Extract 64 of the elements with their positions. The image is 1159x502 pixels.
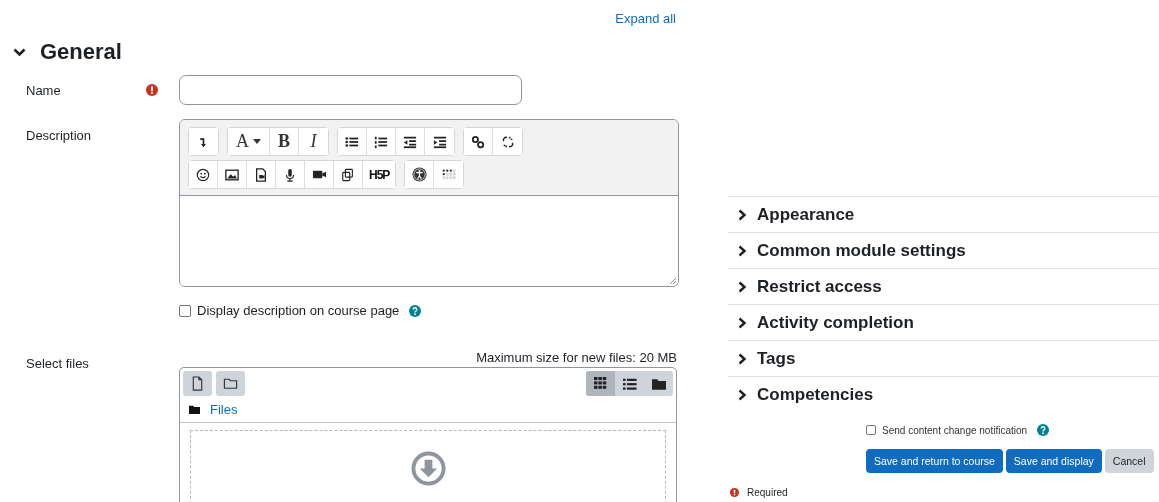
- checkbox-label: Display description on course page: [197, 303, 400, 318]
- smiley-icon: [196, 167, 210, 182]
- microphone-icon: [283, 167, 297, 182]
- max-size-note: Maximum size for new files: 20 MB: [475, 350, 677, 365]
- toolbar-button[interactable]: [405, 161, 435, 188]
- file-action-button[interactable]: [183, 371, 212, 396]
- copy-icon: [341, 167, 355, 182]
- save-button[interactable]: Save and display: [1005, 449, 1102, 473]
- cancel-button[interactable]: Cancel: [1104, 449, 1154, 473]
- section-heading[interactable]: Activity completion: [757, 312, 914, 333]
- outdent-icon: [403, 134, 417, 149]
- section-heading[interactable]: Competencies: [757, 384, 874, 405]
- folder-icon: [223, 376, 238, 391]
- chevron-right-icon[interactable]: [738, 388, 747, 401]
- indent-icon: [432, 134, 447, 149]
- chevron-down-icon[interactable]: [13, 47, 26, 57]
- chevron-right-icon[interactable]: [738, 208, 747, 221]
- list-icon: [622, 376, 637, 391]
- chevron-right-icon[interactable]: [738, 244, 747, 257]
- checkbox[interactable]: [179, 304, 191, 317]
- font-size-button[interactable]: A: [228, 128, 270, 155]
- chevron-right-icon[interactable]: [738, 352, 747, 365]
- help-icon[interactable]: [409, 304, 422, 317]
- field-label: Select files: [25, 355, 90, 373]
- file-action-button[interactable]: [216, 371, 245, 396]
- download-icon: [410, 451, 446, 486]
- folder-icon: [189, 404, 200, 415]
- section-heading[interactable]: Tags: [757, 348, 796, 369]
- accessibility-icon: [411, 167, 427, 182]
- resize-grip-icon[interactable]: [669, 277, 676, 284]
- media-file-icon: [254, 167, 268, 182]
- toolbar-button[interactable]: [189, 128, 218, 155]
- link-icon: [471, 134, 485, 149]
- section-heading[interactable]: Restrict access: [757, 276, 882, 297]
- file-icon: [190, 376, 205, 391]
- save-button[interactable]: Save and return to course: [866, 449, 1003, 473]
- required-icon: [146, 84, 158, 96]
- braille-dots-icon: [441, 167, 456, 182]
- toolbar-button[interactable]: [464, 128, 493, 155]
- checkbox-label: Send content change notification: [882, 424, 1028, 436]
- folder-icon: [651, 376, 666, 391]
- view-toggle[interactable]: [586, 371, 615, 396]
- bullet-list-icon: [345, 134, 359, 149]
- field-label: Description: [25, 127, 93, 145]
- required-icon: [730, 488, 739, 497]
- toolbar-button[interactable]: [338, 128, 367, 155]
- chevron-right-icon[interactable]: [738, 316, 747, 329]
- checkbox[interactable]: [866, 425, 876, 435]
- numbered-list-icon: [374, 134, 388, 149]
- section-heading[interactable]: Appearance: [757, 204, 855, 225]
- section-heading[interactable]: Common module settings: [757, 240, 966, 261]
- name-input[interactable]: [179, 75, 522, 105]
- required-note: Required: [747, 487, 788, 498]
- image-icon: [225, 167, 239, 182]
- expand-all-link[interactable]: Expand all: [615, 11, 676, 26]
- help-icon[interactable]: [1037, 424, 1050, 436]
- text-editor[interactable]: A B I H5P: [179, 119, 679, 287]
- toolbar-button[interactable]: [189, 161, 218, 188]
- caret-icon: [253, 139, 261, 144]
- field-label: Name: [25, 82, 62, 98]
- section-heading: General: [40, 39, 122, 65]
- folder-path-link[interactable]: Files: [210, 402, 238, 417]
- grid-icon: [593, 376, 608, 391]
- chevron-right-icon[interactable]: [738, 280, 747, 293]
